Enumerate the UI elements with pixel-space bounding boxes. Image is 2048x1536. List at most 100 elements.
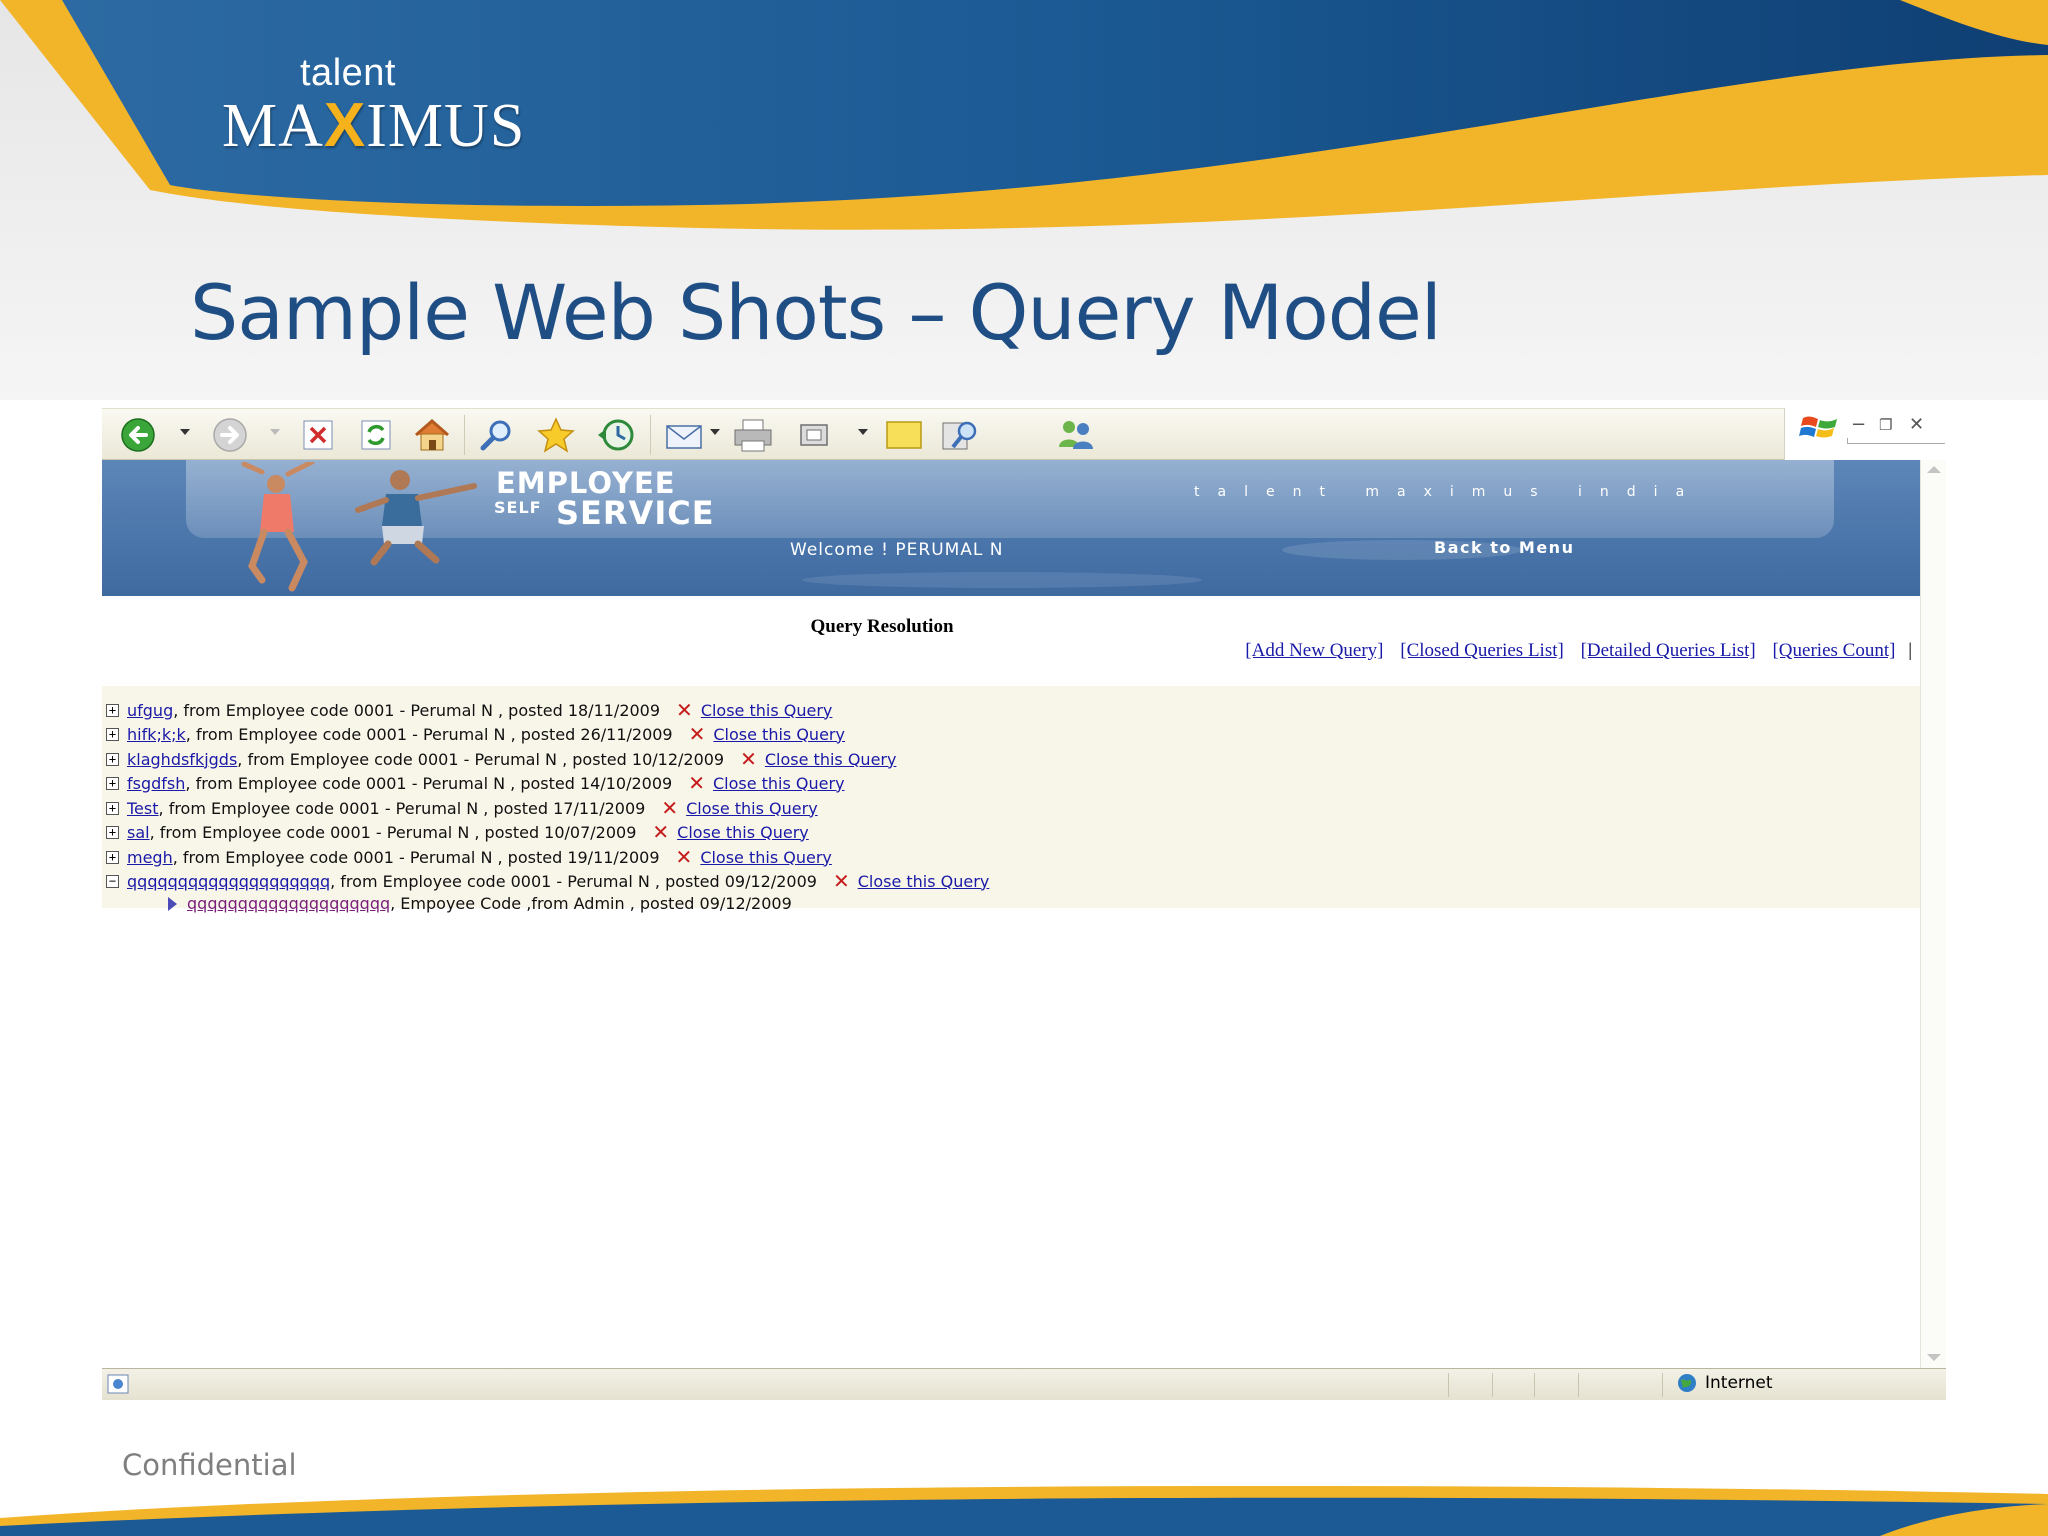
reply-details: , Empoyee Code ,from Admin , posted 09/1… [390, 894, 792, 913]
fullscreen-dropdown-icon[interactable] [858, 429, 868, 435]
query-subject-link[interactable]: qqqqqqqqqqqqqqqqqqqq [127, 872, 330, 891]
close-query-x-icon[interactable]: ✕ [688, 773, 705, 793]
restore-icon[interactable]: ❐ [1879, 416, 1892, 434]
close-window-icon[interactable]: ✕ [1909, 414, 1924, 435]
ess-banner: EMPLOYEE SELF SERVICE talent maximus ind… [102, 460, 1920, 596]
ess-tagline: talent maximus india [1194, 484, 1703, 500]
mail-dropdown-icon[interactable] [710, 429, 720, 435]
history-icon[interactable] [592, 417, 640, 453]
back-icon[interactable] [118, 417, 158, 453]
print-icon[interactable] [730, 417, 776, 453]
query-details: , from Employee code 0001 - Perumal N , … [172, 847, 660, 867]
query-details: , from Employee code 0001 - Perumal N , … [330, 871, 817, 891]
query-subject-link[interactable]: fsgdfsh [127, 774, 185, 793]
forward-dropdown-icon[interactable] [270, 429, 280, 435]
close-query-link[interactable]: Close this Query [700, 848, 832, 867]
slide-title: Sample Web Shots – Query Model [190, 268, 1442, 357]
notes-icon[interactable] [882, 417, 926, 453]
fullscreen-icon[interactable] [794, 417, 834, 453]
closed-queries-list-link[interactable]: [Closed Queries List] [1400, 640, 1564, 661]
close-query-link[interactable]: Close this Query [765, 750, 897, 769]
query-subject-link[interactable]: sal [127, 823, 150, 842]
stop-icon[interactable] [298, 417, 338, 453]
security-zone: Internet [1677, 1373, 1773, 1393]
expand-toggle-icon[interactable]: + [106, 703, 119, 717]
query-row: + Test , from Employee code 0001 - Perum… [106, 796, 818, 820]
query-details: , from Employee code 0001 - Perumal N , … [237, 749, 725, 769]
research-icon[interactable] [938, 417, 982, 453]
expand-toggle-icon[interactable]: + [106, 850, 119, 864]
query-details: , from Employee code 0001 - Perumal N , … [185, 773, 673, 793]
close-query-x-icon[interactable]: ✕ [652, 822, 669, 842]
close-query-link[interactable]: Close this Query [713, 725, 845, 744]
status-cell [1662, 1373, 1663, 1397]
scroll-up-icon[interactable] [1927, 466, 1941, 473]
query-details: , from Employee code 0001 - Perumal N , … [173, 700, 661, 720]
welcome-message: Welcome ! PERUMAL N [790, 540, 1004, 560]
queries-count-link[interactable]: [Queries Count] [1772, 640, 1895, 661]
query-subject-link[interactable]: hifk;k;k [127, 725, 186, 744]
query-resolution-title: Query Resolution [810, 616, 954, 637]
expand-toggle-icon[interactable]: + [106, 825, 119, 839]
favorites-icon[interactable] [534, 417, 578, 453]
expand-toggle-icon[interactable]: + [106, 727, 119, 741]
query-row: + sal , from Employee code 0001 - Peruma… [106, 820, 809, 844]
query-details: , from Employee code 0001 - Perumal N , … [158, 798, 646, 818]
scroll-down-icon[interactable] [1927, 1354, 1941, 1361]
query-row: + megh , from Employee code 0001 - Perum… [106, 845, 832, 869]
ess-title-service: SERVICE [556, 494, 715, 532]
query-reply-row: qqqqqqqqqqqqqqqqqqqq , Empoyee Code ,fro… [168, 894, 792, 913]
search-icon[interactable] [476, 417, 520, 453]
close-query-x-icon[interactable]: ✕ [676, 847, 693, 867]
vertical-scrollbar[interactable] [1920, 460, 1946, 1368]
query-row: + ufgug , from Employee code 0001 - Peru… [106, 698, 832, 722]
detailed-queries-list-link[interactable]: [Detailed Queries List] [1581, 640, 1756, 661]
close-query-x-icon[interactable]: ✕ [661, 798, 678, 818]
windows-logo-icon [1799, 416, 1837, 438]
query-row-expanded: − qqqqqqqqqqqqqqqqqqqq , from Employee c… [106, 869, 989, 893]
close-query-link[interactable]: Close this Query [858, 872, 990, 891]
security-zone-label: Internet [1705, 1373, 1773, 1393]
slide-header: talent MAXIMUS Sample Web Shots – Query … [0, 0, 2048, 400]
query-subject-link[interactable]: klaghdsfkjgds [127, 750, 237, 769]
query-row: + hifk;k;k , from Employee code 0001 - P… [106, 722, 845, 746]
refresh-icon[interactable] [356, 417, 396, 453]
expand-toggle-icon[interactable]: + [106, 752, 119, 766]
expand-toggle-icon[interactable]: + [106, 801, 119, 815]
text-cursor: | [1908, 640, 1912, 661]
jumping-man-image [355, 470, 477, 566]
logo-talent-text: talent [300, 52, 396, 94]
forward-icon[interactable] [210, 417, 250, 453]
close-query-x-icon[interactable]: ✕ [740, 749, 757, 769]
close-query-link[interactable]: Close this Query [713, 774, 845, 793]
home-icon[interactable] [410, 417, 454, 453]
close-query-link[interactable]: Close this Query [701, 701, 833, 720]
messenger-icon[interactable] [1052, 417, 1100, 453]
query-list: + ufgug , from Employee code 0001 - Peru… [102, 686, 1920, 908]
reply-subject-link[interactable]: qqqqqqqqqqqqqqqqqqqq [187, 894, 390, 913]
mail-icon[interactable] [662, 417, 706, 453]
query-subject-link[interactable]: Test [127, 799, 159, 818]
close-query-link[interactable]: Close this Query [686, 799, 818, 818]
expand-toggle-icon[interactable]: + [106, 776, 119, 790]
add-new-query-link[interactable]: [Add New Query] [1245, 640, 1383, 661]
page-status-icon [107, 1374, 129, 1394]
query-actions-bar: [Add New Query] [Closed Queries List] [D… [1233, 640, 1912, 662]
status-cell [1448, 1373, 1449, 1397]
footer-swoosh-graphic [0, 1485, 2048, 1536]
query-subject-link[interactable]: megh [127, 848, 173, 867]
close-query-x-icon[interactable]: ✕ [833, 871, 850, 891]
close-query-x-icon[interactable]: ✕ [676, 700, 693, 720]
query-subject-link[interactable]: ufgug [127, 701, 173, 720]
status-bar: Internet [102, 1368, 1946, 1400]
minimize-icon[interactable]: − [1851, 414, 1866, 435]
menu-bar-strip [1847, 438, 1945, 444]
query-details: , from Employee code 0001 - Perumal N , … [149, 822, 637, 842]
close-query-link[interactable]: Close this Query [677, 823, 809, 842]
status-cell [1492, 1373, 1493, 1397]
status-cell [1578, 1373, 1579, 1397]
back-to-menu-link[interactable]: Back to Menu [1434, 538, 1574, 557]
back-dropdown-icon[interactable] [180, 429, 190, 435]
collapse-toggle-icon[interactable]: − [106, 874, 119, 888]
close-query-x-icon[interactable]: ✕ [689, 724, 706, 744]
